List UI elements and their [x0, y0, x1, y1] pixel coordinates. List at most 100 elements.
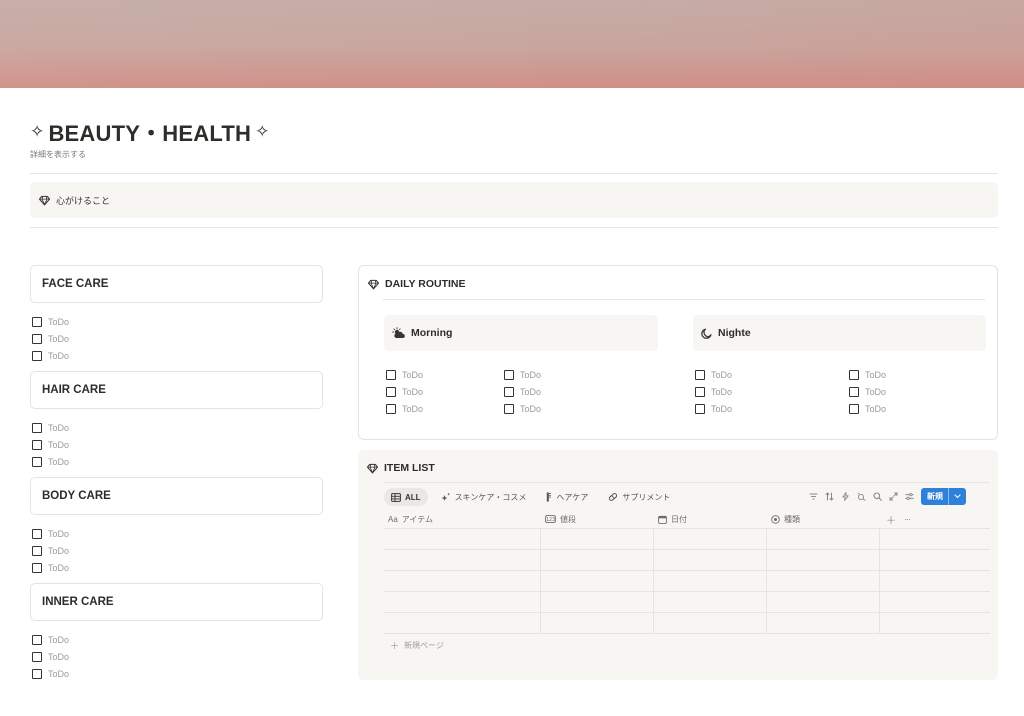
- table-cell[interactable]: [880, 571, 990, 591]
- table-cell[interactable]: [767, 613, 880, 633]
- checkbox[interactable]: [849, 386, 859, 397]
- checkbox[interactable]: [695, 403, 705, 414]
- morning-card[interactable]: Morning: [384, 315, 658, 351]
- body-care-card[interactable]: BODY CARE: [30, 477, 323, 515]
- lightning-icon[interactable]: [841, 492, 850, 501]
- inner-care-card[interactable]: INNER CARE: [30, 583, 323, 621]
- todo-item[interactable]: ToDo: [30, 631, 323, 648]
- table-cell[interactable]: [384, 613, 541, 633]
- new-button[interactable]: 新規: [921, 488, 966, 505]
- checkbox[interactable]: [32, 316, 42, 327]
- column-header-price[interactable]: 123 値段: [541, 514, 654, 525]
- checkbox[interactable]: [386, 369, 396, 380]
- table-cell[interactable]: [384, 571, 541, 591]
- night-card[interactable]: Nighte: [693, 315, 986, 351]
- table-cell[interactable]: [541, 529, 654, 549]
- checkbox[interactable]: [32, 439, 42, 450]
- view-tab-all[interactable]: ALL: [384, 488, 428, 506]
- magic-icon[interactable]: [857, 492, 866, 501]
- face-care-card[interactable]: FACE CARE: [30, 265, 323, 303]
- checkbox[interactable]: [32, 350, 42, 361]
- table-cell[interactable]: [880, 592, 990, 612]
- table-row[interactable]: [384, 613, 990, 634]
- todo-item[interactable]: ToDo: [30, 436, 323, 453]
- todo-item[interactable]: ToDo: [30, 453, 323, 470]
- table-cell[interactable]: [767, 592, 880, 612]
- table-row[interactable]: [384, 592, 990, 613]
- table-row[interactable]: [384, 571, 990, 592]
- todo-item[interactable]: ToDo: [504, 400, 541, 417]
- table-cell[interactable]: [654, 592, 767, 612]
- checkbox[interactable]: [849, 403, 859, 414]
- checkbox[interactable]: [32, 545, 42, 556]
- todo-item[interactable]: ToDo: [30, 542, 323, 559]
- todo-item[interactable]: ToDo: [30, 648, 323, 665]
- table-cell[interactable]: [541, 550, 654, 570]
- plus-icon[interactable]: ＋: [886, 512, 896, 527]
- checkbox[interactable]: [504, 386, 514, 397]
- todo-item[interactable]: ToDo: [30, 347, 323, 364]
- sort-icon[interactable]: [825, 492, 834, 501]
- todo-item[interactable]: ToDo: [30, 559, 323, 576]
- checkbox[interactable]: [504, 403, 514, 414]
- todo-item[interactable]: ToDo: [504, 366, 541, 383]
- expand-icon[interactable]: [889, 492, 898, 501]
- todo-item[interactable]: ToDo: [849, 383, 886, 400]
- table-cell[interactable]: [654, 613, 767, 633]
- table-cell[interactable]: [767, 550, 880, 570]
- todo-item[interactable]: ToDo: [386, 366, 423, 383]
- column-header-type[interactable]: 種類: [767, 514, 880, 525]
- checkbox[interactable]: [32, 528, 42, 539]
- table-cell[interactable]: [384, 529, 541, 549]
- checkbox[interactable]: [32, 422, 42, 433]
- new-page-button[interactable]: ＋ 新規ページ: [390, 639, 444, 652]
- checkbox[interactable]: [32, 333, 42, 344]
- chevron-down-icon[interactable]: [949, 494, 966, 499]
- table-cell[interactable]: [654, 529, 767, 549]
- hair-care-card[interactable]: HAIR CARE: [30, 371, 323, 409]
- todo-item[interactable]: ToDo: [30, 525, 323, 542]
- view-tab-skincare[interactable]: スキンケア・コスメ: [434, 488, 534, 506]
- settings-icon[interactable]: [905, 492, 914, 501]
- checkbox[interactable]: [32, 651, 42, 662]
- checkbox[interactable]: [849, 369, 859, 380]
- table-cell[interactable]: [384, 550, 541, 570]
- table-cell[interactable]: [654, 571, 767, 591]
- checkbox[interactable]: [32, 456, 42, 467]
- cover-image[interactable]: [0, 0, 1024, 88]
- filter-icon[interactable]: [809, 492, 818, 501]
- todo-item[interactable]: ToDo: [30, 313, 323, 330]
- checkbox[interactable]: [32, 668, 42, 679]
- table-row[interactable]: [384, 529, 990, 550]
- todo-item[interactable]: ToDo: [30, 330, 323, 347]
- checkbox[interactable]: [695, 386, 705, 397]
- checkbox[interactable]: [504, 369, 514, 380]
- column-header-item[interactable]: Aa アイテム: [384, 514, 541, 525]
- todo-item[interactable]: ToDo: [695, 366, 732, 383]
- search-icon[interactable]: [873, 492, 882, 501]
- checkbox[interactable]: [32, 634, 42, 645]
- table-cell[interactable]: [541, 571, 654, 591]
- show-details-link[interactable]: 詳細を表示する: [30, 149, 86, 160]
- table-cell[interactable]: [880, 529, 990, 549]
- checkbox[interactable]: [695, 369, 705, 380]
- column-header-date[interactable]: 日付: [654, 514, 767, 525]
- table-cell[interactable]: [384, 592, 541, 612]
- table-cell[interactable]: [541, 592, 654, 612]
- todo-item[interactable]: ToDo: [695, 383, 732, 400]
- table-cell[interactable]: [767, 571, 880, 591]
- view-tab-supplement[interactable]: サプリメント: [601, 488, 677, 506]
- checkbox[interactable]: [386, 386, 396, 397]
- table-cell[interactable]: [880, 613, 990, 633]
- todo-item[interactable]: ToDo: [386, 383, 423, 400]
- todo-item[interactable]: ToDo: [386, 400, 423, 417]
- callout[interactable]: 心がけること: [30, 182, 998, 218]
- checkbox[interactable]: [32, 562, 42, 573]
- todo-item[interactable]: ToDo: [849, 366, 886, 383]
- todo-item[interactable]: ToDo: [849, 400, 886, 417]
- todo-item[interactable]: ToDo: [504, 383, 541, 400]
- todo-item[interactable]: ToDo: [30, 419, 323, 436]
- table-cell[interactable]: [541, 613, 654, 633]
- view-tab-haircare[interactable]: ヘアケア: [539, 488, 595, 506]
- table-cell[interactable]: [767, 529, 880, 549]
